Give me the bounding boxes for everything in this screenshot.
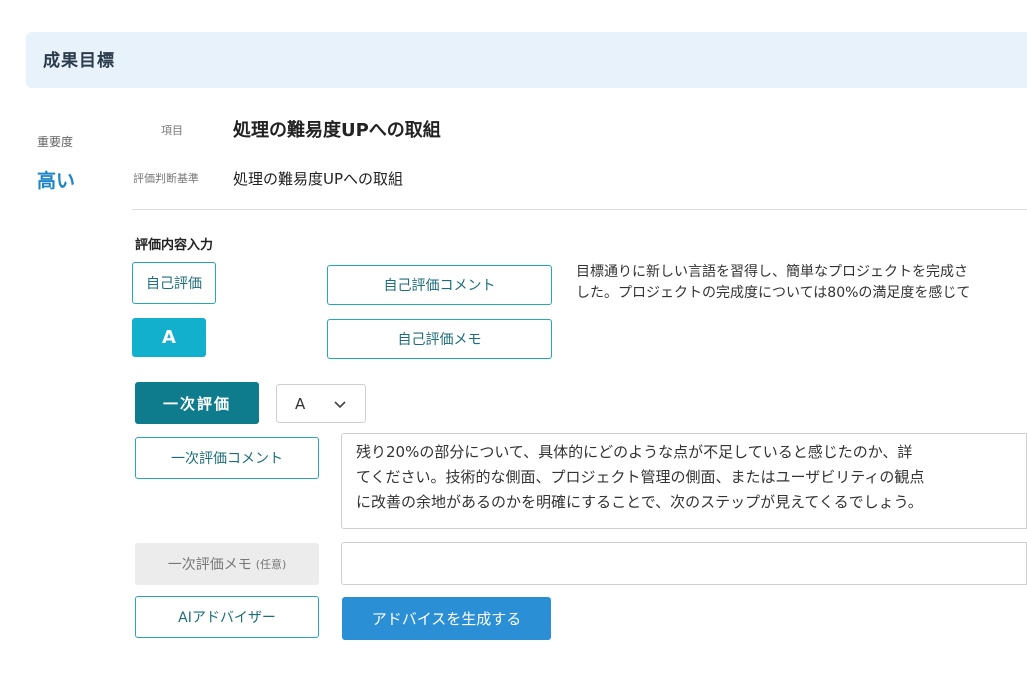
- first-memo-button[interactable]: 一次評価メモ (任意): [135, 543, 319, 585]
- comment-line: てください。技術的な側面、プロジェクト管理の側面、またはユーザビリティの観点: [356, 468, 925, 486]
- optional-label: (任意): [255, 558, 287, 571]
- item-label: 項目: [161, 124, 183, 137]
- section-header: [26, 32, 1027, 88]
- self-comment-line: 目標通りに新しい言語を習得し、簡単なプロジェクトを完成さ: [576, 264, 968, 280]
- importance-value: 高い: [37, 170, 76, 192]
- criteria-value: 処理の難易度UPへの取組: [233, 170, 404, 188]
- self-comment-line: した。プロジェクトの完成度については80%の満足度を感じて: [576, 285, 971, 301]
- first-memo-input[interactable]: [341, 542, 1027, 585]
- divider: [132, 209, 1027, 210]
- comment-line: 残り20%の部分について、具体的にどのような点が不足していると感じたのか、詳: [356, 443, 913, 461]
- comment-line: に改善の余地があるのかを明確にすることで、次のステップが見えてくるでしょう。: [356, 493, 923, 511]
- selected-grade: A: [295, 394, 306, 413]
- first-comment-textarea[interactable]: 残り20%の部分について、具体的にどのような点が不足していると感じたのか、詳 て…: [341, 433, 1027, 529]
- importance-label: 重要度: [37, 135, 74, 149]
- first-eval-grade-select[interactable]: A: [276, 384, 366, 423]
- chevron-down-icon: [334, 401, 346, 409]
- first-eval-button[interactable]: 一次評価: [135, 382, 259, 424]
- self-comment-button[interactable]: 自己評価コメント: [327, 265, 552, 305]
- criteria-label: 評価判断基準: [133, 172, 199, 185]
- self-comment-text: 目標通りに新しい言語を習得し、簡単なプロジェクトを完成さ した。プロジェクトの完…: [576, 262, 1027, 308]
- self-grade-badge: A: [132, 318, 206, 357]
- ai-advisor-button[interactable]: AIアドバイザー: [135, 596, 319, 638]
- evaluation-section-title: 評価内容入力: [135, 238, 214, 253]
- item-value: 処理の難易度UPへの取組: [233, 120, 441, 141]
- self-memo-button[interactable]: 自己評価メモ: [327, 319, 552, 359]
- section-title: 成果目標: [43, 51, 115, 71]
- first-comment-button[interactable]: 一次評価コメント: [135, 437, 319, 479]
- first-memo-label: 一次評価メモ: [167, 557, 252, 573]
- generate-advice-button[interactable]: アドバイスを生成する: [342, 597, 551, 640]
- self-eval-button[interactable]: 自己評価: [132, 262, 216, 304]
